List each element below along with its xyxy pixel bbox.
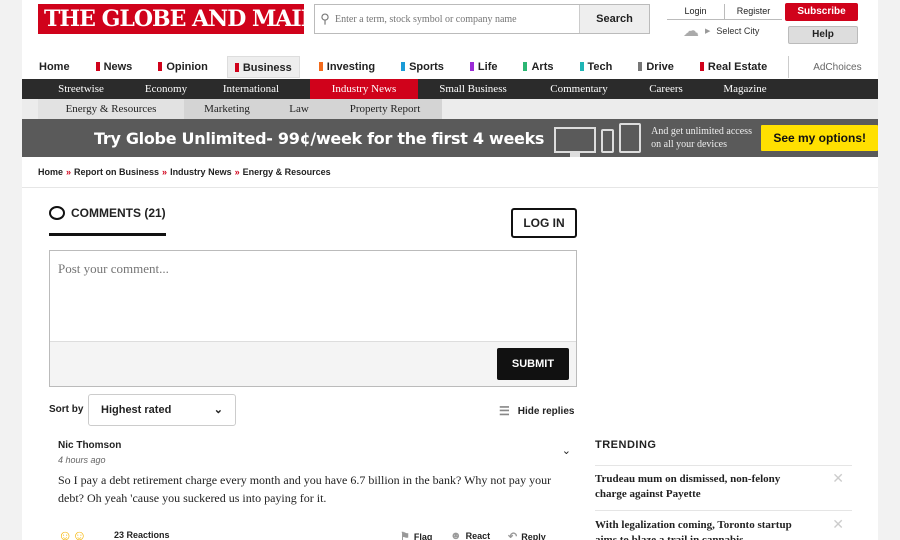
react-button[interactable]: ☻ React bbox=[450, 530, 490, 540]
smiley-icon: ☻ bbox=[450, 530, 462, 540]
comment-composer: SUBMIT bbox=[49, 250, 577, 387]
monitor-icon bbox=[554, 127, 597, 157]
comments-login-button[interactable]: LOG IN bbox=[511, 208, 577, 238]
promo-banner[interactable]: Try Globe Unlimited- 99¢/week for the fi… bbox=[22, 119, 878, 157]
sub-nav-energy-resources[interactable]: Energy & Resources bbox=[38, 99, 184, 119]
main-nav-real-estate[interactable]: Real Estate bbox=[693, 56, 774, 78]
flag-button[interactable]: ⚑ Flag bbox=[400, 530, 432, 540]
sort-value: Highest rated bbox=[101, 404, 172, 416]
caret-right-icon: ▶ bbox=[705, 28, 711, 35]
sort-label: Sort by bbox=[49, 404, 84, 415]
trending-heading: TRENDING bbox=[595, 439, 657, 451]
account-links: Login Register ☁ ▶ Select City bbox=[667, 4, 782, 42]
promo-title: Try Globe Unlimited- 99¢/week for the fi… bbox=[94, 128, 545, 148]
breadcrumb-energy-resources[interactable]: Energy & Resources bbox=[232, 167, 331, 177]
breadcrumb: Home Report on Business Industry News En… bbox=[38, 167, 331, 177]
speech-bubble-icon bbox=[49, 206, 65, 220]
main-nav-drive[interactable]: Drive bbox=[631, 56, 681, 78]
main-nav-news[interactable]: News bbox=[89, 56, 140, 78]
phone-icon bbox=[601, 129, 615, 153]
search-bar: ⚲ Search bbox=[314, 4, 650, 34]
tablet-icon bbox=[619, 123, 642, 153]
composer-toolbar: SUBMIT bbox=[50, 341, 576, 386]
main-nav-life[interactable]: Life bbox=[463, 56, 505, 78]
divider bbox=[22, 187, 878, 188]
adchoices-link[interactable]: AdChoices bbox=[813, 62, 861, 73]
comment-text: So I pay a debt retirement charge every … bbox=[58, 473, 552, 505]
main-nav-tech[interactable]: Tech bbox=[573, 56, 620, 78]
comment-options-chevron-icon[interactable]: ⌄ bbox=[562, 444, 571, 457]
city-label: Select City bbox=[716, 26, 760, 36]
subscribe-button[interactable]: Subscribe bbox=[785, 3, 858, 21]
register-link[interactable]: Register bbox=[724, 4, 782, 19]
section-nav: Streetwise Economy International Industr… bbox=[22, 79, 878, 99]
close-icon[interactable]: ✕ bbox=[832, 472, 844, 487]
submit-button[interactable]: SUBMIT bbox=[497, 348, 569, 380]
comment-item: Nic Thomson ⌄ 4 hours ago So I pay a deb… bbox=[49, 440, 577, 540]
trending-item[interactable]: With legalization coming, Toronto startu… bbox=[595, 518, 852, 540]
trending-divider bbox=[595, 465, 852, 466]
trending-headline[interactable]: Trudeau mum on dismissed, non-felony cha… bbox=[595, 473, 780, 500]
magnifier-icon: ⚲ bbox=[320, 11, 330, 26]
comment-footer: ☺☺ 23 Reactions ⚑ Flag ☻ React ↶ Reply bbox=[58, 528, 568, 540]
main-nav-home[interactable]: Home bbox=[32, 56, 77, 78]
search-input[interactable] bbox=[335, 5, 579, 33]
comments-header: COMMENTS (21) bbox=[49, 206, 166, 236]
promo-description: And get unlimited access on all your dev… bbox=[651, 126, 752, 150]
flag-icon: ⚑ bbox=[400, 531, 410, 540]
see-options-button[interactable]: See my options! bbox=[761, 125, 878, 151]
trending-item[interactable]: Trudeau mum on dismissed, non-felony cha… bbox=[595, 472, 852, 502]
section-nav-careers[interactable]: Careers bbox=[630, 79, 702, 99]
list-indent-icon: ☰ bbox=[499, 404, 510, 418]
sub-nav-marketing[interactable]: Marketing bbox=[184, 99, 270, 119]
reply-arrow-icon: ↶ bbox=[508, 531, 518, 540]
breadcrumb-report-on-business[interactable]: Report on Business bbox=[63, 167, 159, 177]
main-nav-sports[interactable]: Sports bbox=[394, 56, 451, 78]
search-button[interactable]: Search bbox=[579, 5, 649, 33]
nav-divider bbox=[788, 56, 790, 78]
devices-icon bbox=[554, 123, 642, 157]
sub-nav-law[interactable]: Law bbox=[270, 99, 328, 119]
login-link[interactable]: Login bbox=[667, 4, 724, 19]
sort-select[interactable]: Highest rated ⌄ bbox=[88, 394, 236, 426]
trending-divider bbox=[595, 510, 852, 511]
trending-headline[interactable]: With legalization coming, Toronto startu… bbox=[595, 519, 792, 540]
weather-city-selector[interactable]: ☁ ▶ Select City bbox=[667, 20, 782, 42]
comment-input[interactable] bbox=[50, 251, 576, 341]
logo-text: THE GLOBE AND MAIL bbox=[44, 6, 304, 32]
cloud-icon: ☁ bbox=[683, 23, 699, 40]
breadcrumb-industry-news[interactable]: Industry News bbox=[159, 167, 232, 177]
main-nav-opinion[interactable]: Opinion bbox=[151, 56, 215, 78]
sub-nav-property-report[interactable]: Property Report bbox=[328, 99, 442, 119]
reply-button[interactable]: ↶ Reply bbox=[508, 530, 546, 540]
section-nav-commentary[interactable]: Commentary bbox=[528, 79, 630, 99]
section-nav-magazine[interactable]: Magazine bbox=[702, 79, 788, 99]
main-nav-investing[interactable]: Investing bbox=[312, 56, 382, 78]
reactions-count[interactable]: 23 Reactions bbox=[114, 530, 170, 540]
hide-replies-label: Hide replies bbox=[517, 405, 575, 417]
page: THE GLOBE AND MAIL✦ ⚲ Search Login Regis… bbox=[22, 0, 878, 540]
close-icon[interactable]: ✕ bbox=[832, 518, 844, 533]
section-nav-small-business[interactable]: Small Business bbox=[418, 79, 528, 99]
breadcrumb-home[interactable]: Home bbox=[38, 167, 63, 177]
comment-author[interactable]: Nic Thomson bbox=[58, 440, 577, 451]
help-button[interactable]: Help bbox=[788, 26, 858, 44]
section-nav-international[interactable]: International bbox=[192, 79, 310, 99]
reaction-emoji-icon: ☺☺ bbox=[58, 527, 87, 540]
main-nav-business[interactable]: Business bbox=[226, 56, 300, 78]
sub-nav: Energy & Resources Marketing Law Propert… bbox=[22, 99, 878, 119]
section-nav-economy[interactable]: Economy bbox=[140, 79, 192, 99]
section-nav-industry-news[interactable]: Industry News bbox=[310, 79, 418, 99]
main-nav-arts[interactable]: Arts bbox=[516, 56, 560, 78]
main-nav: Home News Opinion Business Investing Spo… bbox=[22, 55, 878, 79]
comment-time: 4 hours ago bbox=[58, 455, 106, 465]
comments-count: COMMENTS (21) bbox=[71, 206, 166, 220]
site-logo[interactable]: THE GLOBE AND MAIL✦ bbox=[38, 4, 304, 34]
section-nav-streetwise[interactable]: Streetwise bbox=[22, 79, 140, 99]
chevron-down-icon: ⌄ bbox=[213, 404, 223, 416]
hide-replies-toggle[interactable]: ☰ Hide replies bbox=[499, 404, 574, 418]
